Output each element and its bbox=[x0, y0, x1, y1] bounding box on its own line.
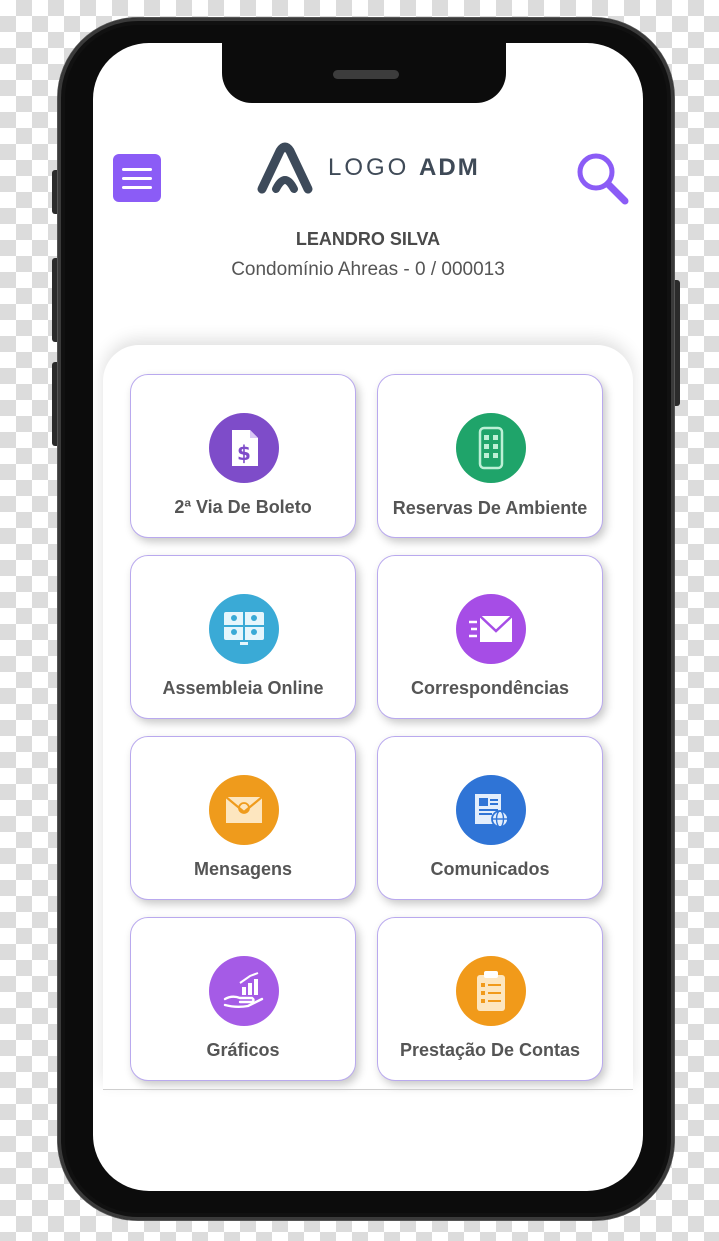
app-screen: LOGO ADM LEANDRO SILVA Condomínio Ahreas… bbox=[93, 43, 643, 1191]
phone-speaker bbox=[333, 70, 399, 79]
brand-logo: LOGO ADM bbox=[256, 138, 480, 198]
hamburger-menu-button[interactable] bbox=[113, 154, 161, 202]
clipboard-list-icon bbox=[456, 956, 526, 1026]
tile-label: Comunicados bbox=[430, 859, 550, 879]
newspaper-globe-icon bbox=[456, 775, 526, 845]
search-button[interactable] bbox=[573, 149, 631, 207]
tile-mensagens[interactable]: Mensagens bbox=[130, 736, 356, 900]
tile-label: Reservas De Ambiente bbox=[392, 498, 588, 518]
tile-graficos[interactable]: Gráficos bbox=[130, 917, 356, 1081]
tile-label: Correspondências bbox=[410, 678, 570, 698]
user-name: LEANDRO SILVA bbox=[295, 229, 441, 249]
logo-mark-icon bbox=[257, 142, 313, 194]
tile-label: Gráficos bbox=[206, 1040, 280, 1060]
invoice-icon: $ bbox=[209, 413, 279, 483]
menu-line bbox=[122, 185, 152, 189]
menu-line bbox=[122, 176, 152, 180]
logo-text-light: LOGO bbox=[328, 154, 410, 181]
logo-text: LOGO ADM bbox=[328, 154, 480, 182]
tile-correspondencias[interactable]: Correspondências bbox=[377, 555, 603, 719]
chart-hand-icon bbox=[209, 956, 279, 1026]
tile-reservas[interactable]: Reservas De Ambiente bbox=[377, 374, 603, 538]
logo-text-bold: ADM bbox=[419, 154, 480, 181]
tile-label: Mensagens bbox=[193, 859, 293, 879]
bottom-divider bbox=[103, 1089, 633, 1090]
tile-comunicados[interactable]: Comunicados bbox=[377, 736, 603, 900]
condo-info: Condomínio Ahreas - 0 / 000013 bbox=[231, 259, 505, 280]
calendar-phone-icon bbox=[456, 413, 526, 483]
search-icon bbox=[577, 153, 629, 205]
video-meeting-icon bbox=[209, 594, 279, 664]
tile-label: 2ª Via De Boleto bbox=[174, 497, 312, 517]
tile-label: Assembleia Online bbox=[162, 678, 324, 698]
envelope-icon bbox=[456, 594, 526, 664]
message-envelope-icon bbox=[209, 775, 279, 845]
tile-boleto[interactable]: $ 2ª Via De Boleto bbox=[130, 374, 356, 538]
tile-label: Prestação De Contas bbox=[399, 1040, 581, 1060]
svg-text:$: $ bbox=[237, 441, 251, 465]
tile-prestacao-contas[interactable]: Prestação De Contas bbox=[377, 917, 603, 1081]
tile-assembleia[interactable]: Assembleia Online bbox=[130, 555, 356, 719]
menu-line bbox=[122, 167, 152, 171]
